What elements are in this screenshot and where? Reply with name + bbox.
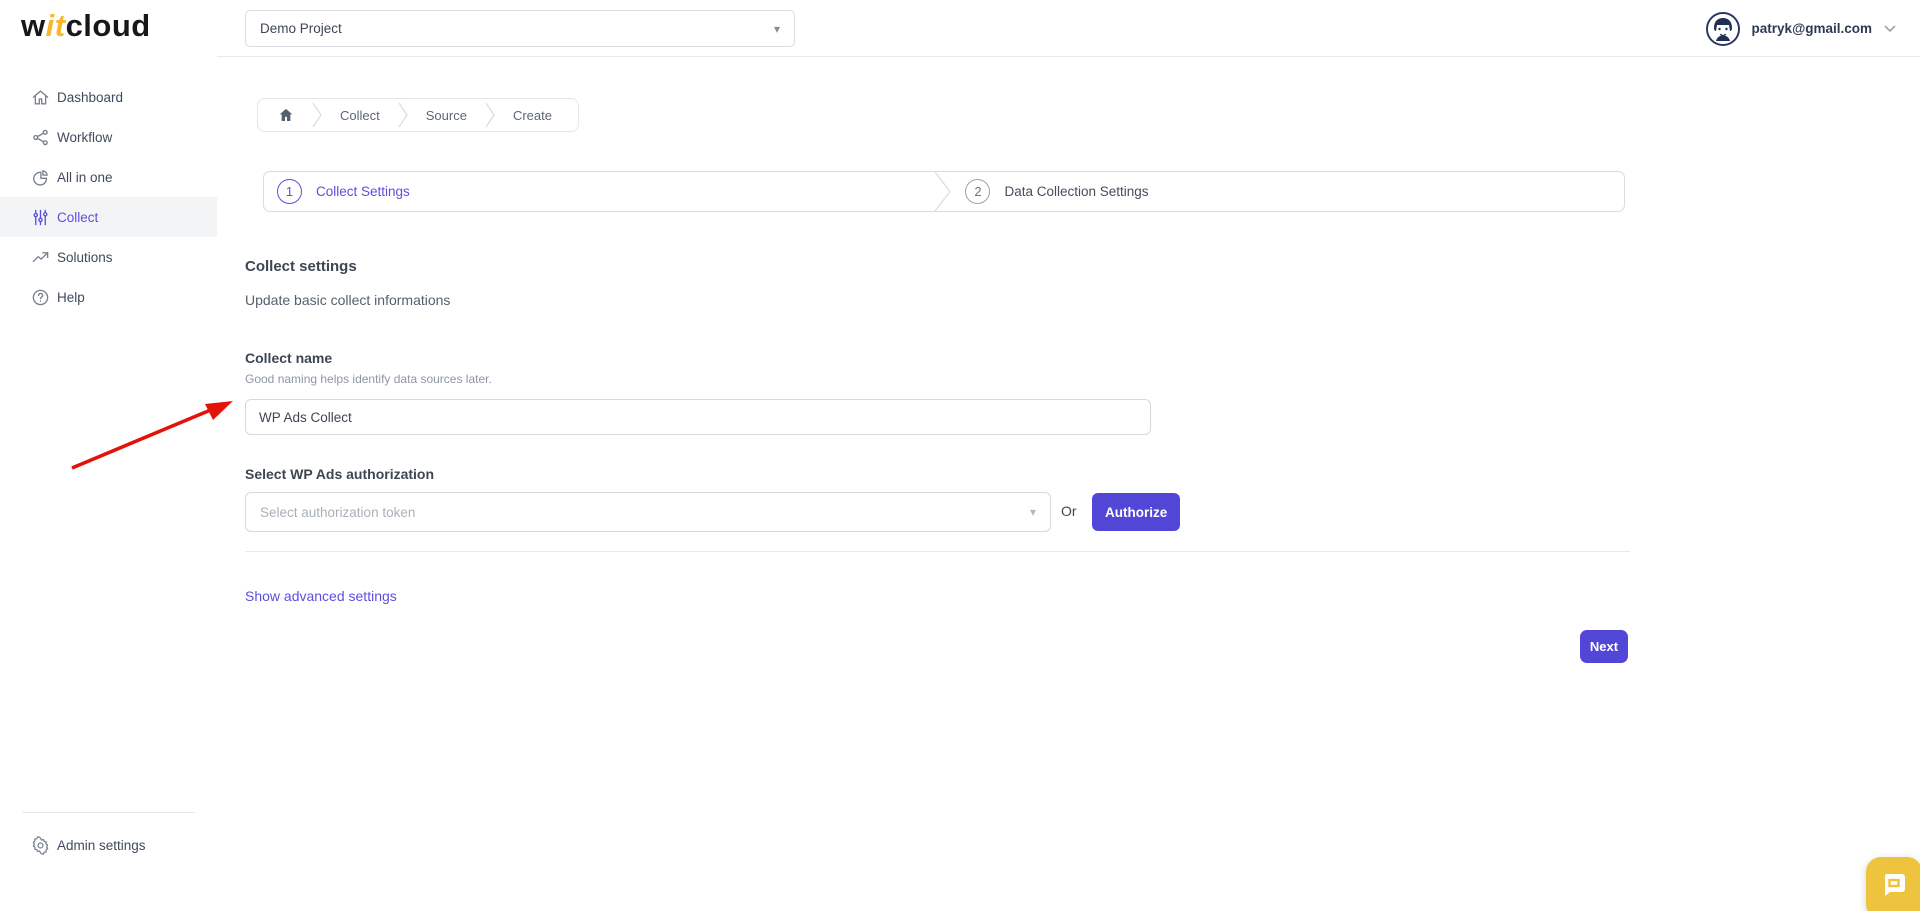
project-select[interactable]: Demo Project ▾ xyxy=(245,10,795,47)
step-data-collection-settings[interactable]: 2 Data Collection Settings xyxy=(952,172,1624,211)
sidebar-item-label: All in one xyxy=(57,169,113,185)
authorization-label: Select WP Ads authorization xyxy=(245,466,435,482)
authorization-token-placeholder: Select authorization token xyxy=(260,504,416,520)
step-label: Collect Settings xyxy=(316,184,410,199)
or-label: Or xyxy=(1061,503,1077,519)
authorization-token-select[interactable]: Select authorization token ▾ xyxy=(245,492,1051,532)
trending-up-icon xyxy=(30,247,50,267)
sidebar-item-label: Help xyxy=(57,289,85,305)
pie-chart-icon xyxy=(30,167,50,187)
header: Demo Project ▾ patryk@gmail.com xyxy=(217,0,1920,57)
step-collect-settings[interactable]: 1 Collect Settings xyxy=(264,172,934,211)
section-subtitle: Update basic collect informations xyxy=(245,292,451,308)
sidebar-item-collect[interactable]: Collect xyxy=(0,197,217,237)
sidebar: witcloud Dashboard Workflow All in one C… xyxy=(0,0,217,911)
sidebar-item-all-in-one[interactable]: All in one xyxy=(0,157,217,197)
chat-bubble-icon xyxy=(1884,874,1905,896)
breadcrumb-item-collect[interactable]: Collect xyxy=(340,108,380,123)
step-number: 1 xyxy=(277,179,302,204)
collect-name-hint: Good naming helps identify data sources … xyxy=(245,372,492,386)
sidebar-item-admin-settings[interactable]: Admin settings xyxy=(0,825,217,865)
show-advanced-settings-link[interactable]: Show advanced settings xyxy=(245,588,397,604)
sidebar-item-label: Solutions xyxy=(57,249,113,265)
chevron-down-icon xyxy=(1884,25,1896,33)
authorize-button[interactable]: Authorize xyxy=(1092,493,1181,531)
sidebar-item-solutions[interactable]: Solutions xyxy=(0,237,217,277)
logo-prefix: w xyxy=(21,8,46,43)
breadcrumb-item-create[interactable]: Create xyxy=(513,108,552,123)
home-icon xyxy=(30,87,50,107)
step-number: 2 xyxy=(965,179,991,204)
user-email: patryk@gmail.com xyxy=(1751,21,1872,36)
breadcrumb-separator-icon xyxy=(485,102,495,128)
avatar xyxy=(1705,11,1740,46)
sidebar-nav: Dashboard Workflow All in one Collect So… xyxy=(0,77,217,317)
breadcrumb-item-source[interactable]: Source xyxy=(426,108,467,123)
sidebar-item-label: Dashboard xyxy=(57,89,124,105)
sidebar-item-label: Collect xyxy=(57,209,99,225)
page: witcloud Dashboard Workflow All in one C… xyxy=(0,0,1920,911)
collect-name-input[interactable] xyxy=(245,399,1151,435)
logo-suffix: cloud xyxy=(65,8,151,43)
breadcrumb-separator-icon xyxy=(398,102,408,128)
section-title: Collect settings xyxy=(245,258,357,275)
caret-down-icon: ▾ xyxy=(773,21,780,36)
sliders-icon xyxy=(30,207,50,227)
step-separator-icon xyxy=(934,171,952,212)
user-menu[interactable]: patryk@gmail.com xyxy=(1705,10,1896,47)
project-select-value: Demo Project xyxy=(260,21,342,36)
logo-accent: it xyxy=(45,8,66,43)
breadcrumb-separator-icon xyxy=(312,102,322,128)
content-divider xyxy=(245,551,1630,552)
gear-icon xyxy=(30,835,50,855)
home-icon[interactable] xyxy=(278,107,294,123)
chat-widget-button[interactable] xyxy=(1866,857,1920,911)
sidebar-footer: Admin settings xyxy=(0,812,217,865)
caret-down-icon: ▾ xyxy=(1029,505,1036,519)
sidebar-item-label: Admin settings xyxy=(57,837,146,853)
step-label: Data Collection Settings xyxy=(1004,184,1149,199)
help-circle-icon xyxy=(30,287,50,307)
collect-name-label: Collect name xyxy=(245,350,333,366)
sidebar-item-workflow[interactable]: Workflow xyxy=(0,117,217,157)
logo[interactable]: witcloud xyxy=(21,8,151,44)
sidebar-divider xyxy=(22,812,195,813)
sidebar-item-help[interactable]: Help xyxy=(0,277,217,317)
stepper: 1 Collect Settings 2 Data Collection Set… xyxy=(263,171,1625,212)
sidebar-item-dashboard[interactable]: Dashboard xyxy=(0,77,217,117)
sidebar-item-label: Workflow xyxy=(57,129,113,145)
workflow-icon xyxy=(30,127,50,147)
breadcrumb: Collect Source Create xyxy=(257,98,579,132)
next-button[interactable]: Next xyxy=(1580,630,1628,663)
